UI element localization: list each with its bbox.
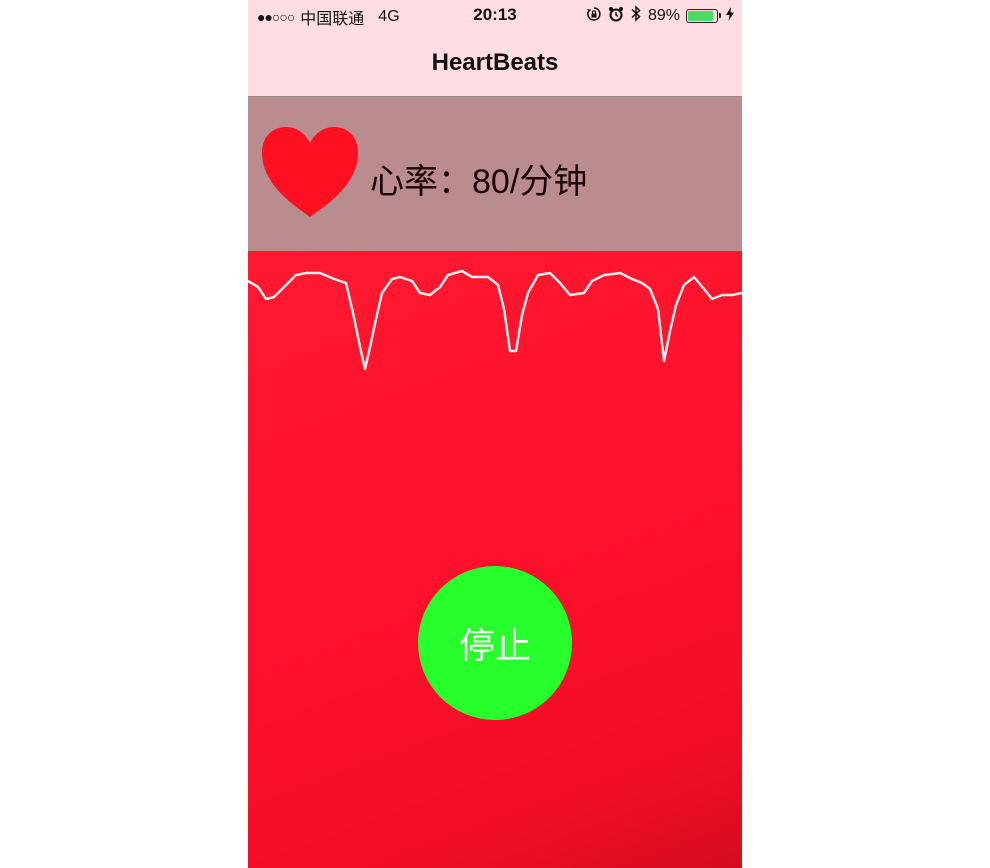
navigation-bar: HeartBeats — [248, 30, 742, 97]
bluetooth-icon — [630, 5, 642, 27]
battery-icon — [686, 9, 721, 23]
heart-rate-panel: 心率：80/分钟 — [248, 97, 742, 251]
alarm-icon — [608, 6, 624, 27]
heart-rate-readout: 心率：80/分钟 — [370, 163, 588, 201]
battery-percent: 89% — [647, 7, 680, 24]
page-title: HeartBeats — [431, 49, 559, 76]
status-right: 89% — [586, 5, 734, 27]
status-bar: ●●○○○ 中国联通 4G 20:13 89% — [248, 0, 742, 30]
battery-level — [688, 11, 713, 21]
charging-bolt-icon — [726, 6, 734, 26]
heartbeat-waveform — [248, 269, 742, 371]
heart-icon — [262, 127, 358, 217]
camera-preview: 停止 — [248, 251, 742, 868]
stop-button[interactable]: 停止 — [418, 566, 572, 720]
app-screen: ●●○○○ 中国联通 4G 20:13 89% HeartBeats 心率：80… — [248, 0, 742, 868]
rotation-lock-icon — [586, 6, 602, 27]
